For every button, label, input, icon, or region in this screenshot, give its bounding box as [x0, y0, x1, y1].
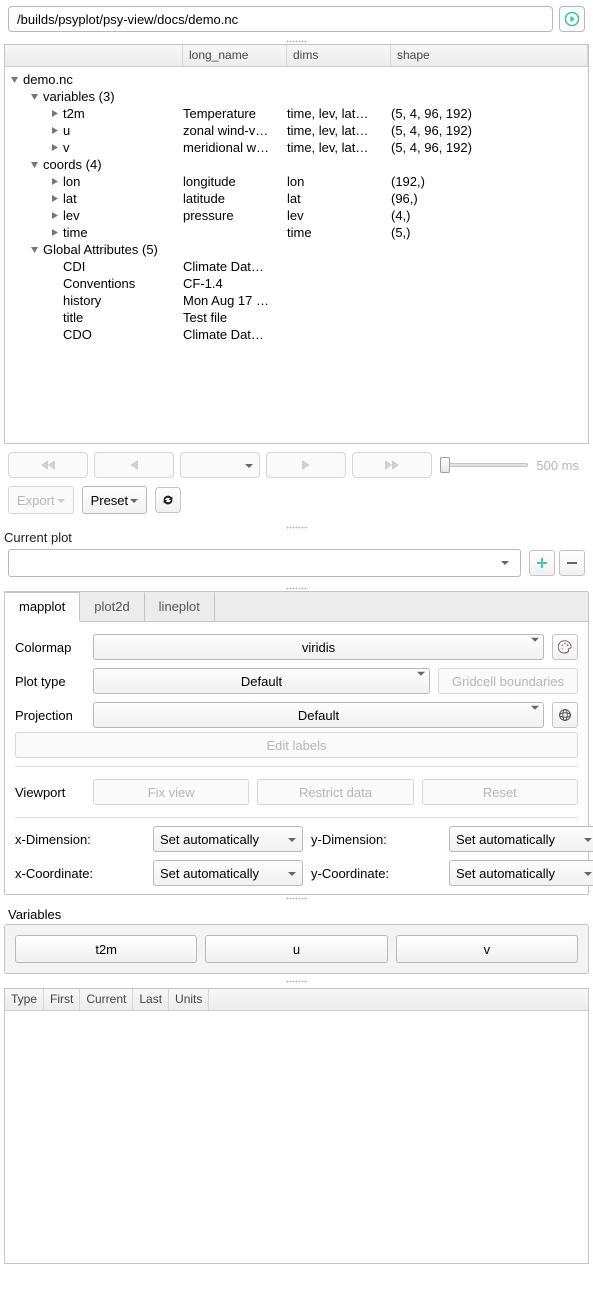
- tab-mapplot[interactable]: mapplot: [5, 592, 80, 622]
- tree-row[interactable]: demo.nc: [5, 71, 588, 88]
- fast-forward-icon: [383, 459, 401, 471]
- tree-header: long_name dims shape: [5, 45, 588, 67]
- reset-view-button[interactable]: Reset: [422, 779, 578, 805]
- resize-handle[interactable]: [0, 895, 593, 901]
- prev-icon: [128, 459, 140, 471]
- tree-row[interactable]: CDO Climate Dat…: [5, 326, 588, 343]
- preset-button[interactable]: Preset: [82, 486, 148, 514]
- colormap-label: Colormap: [15, 640, 85, 655]
- projection-value: Default: [298, 708, 339, 723]
- tree-row[interactable]: t2m Temperature time, lev, lat… (5, 4, 9…: [5, 105, 588, 122]
- fix-view-button[interactable]: Fix view: [93, 779, 249, 805]
- projection-select[interactable]: Default: [93, 702, 544, 728]
- projection-label: Projection: [15, 708, 85, 723]
- y-dimension-select[interactable]: Set automatically: [449, 826, 593, 852]
- minus-icon: [565, 556, 579, 570]
- tree-row[interactable]: coords (4): [5, 156, 588, 173]
- variable-button-v[interactable]: v: [396, 935, 578, 963]
- tree-row[interactable]: Global Attributes (5): [5, 241, 588, 258]
- animation-speed-slider[interactable]: [444, 463, 528, 467]
- colormap-editor-button[interactable]: [552, 634, 578, 660]
- viewport-label: Viewport: [15, 785, 85, 800]
- palette-icon: [558, 640, 572, 654]
- x-coordinate-label: x-Coordinate:: [15, 866, 145, 881]
- y-coordinate-label: y-Coordinate:: [311, 866, 441, 881]
- column-header[interactable]: Current: [80, 989, 133, 1010]
- y-dimension-label: y-Dimension:: [311, 832, 441, 847]
- tree-row[interactable]: title Test file: [5, 309, 588, 326]
- tree-row[interactable]: v meridional w… time, lev, lat… (5, 4, 9…: [5, 139, 588, 156]
- dataset-tree: long_name dims shape demo.nc variables (…: [4, 44, 589, 444]
- frame-select[interactable]: [180, 452, 260, 478]
- column-header-dims[interactable]: dims: [287, 45, 391, 66]
- colormap-select[interactable]: viridis: [93, 634, 544, 660]
- x-dimension-select[interactable]: Set automatically: [153, 826, 303, 852]
- projection-globe-button[interactable]: [552, 702, 578, 728]
- tree-row[interactable]: lat latitude lat (96,): [5, 190, 588, 207]
- variable-button-u[interactable]: u: [205, 935, 387, 963]
- next-icon: [300, 459, 312, 471]
- column-header[interactable]: First: [44, 989, 80, 1010]
- tree-row[interactable]: variables (3): [5, 88, 588, 105]
- tree-row[interactable]: CDI Climate Dat…: [5, 258, 588, 275]
- variable-button-t2m[interactable]: t2m: [15, 935, 197, 963]
- current-plot-label: Current plot: [0, 530, 593, 549]
- resize-handle[interactable]: [0, 978, 593, 984]
- dimension-info-table: TypeFirstCurrentLastUnits: [4, 988, 589, 1264]
- step-back-button[interactable]: [94, 452, 174, 478]
- tab-plot2d[interactable]: plot2d: [80, 592, 144, 621]
- tree-row[interactable]: u zonal wind-v… time, lev, lat… (5, 4, 9…: [5, 122, 588, 139]
- plot-type-label: Plot type: [15, 674, 85, 689]
- refresh-button[interactable]: [155, 487, 181, 513]
- column-header-name[interactable]: [5, 45, 183, 66]
- variables-box: t2m uv: [4, 924, 589, 974]
- step-forward-button[interactable]: [266, 452, 346, 478]
- tree-row[interactable]: history Mon Aug 17 …: [5, 292, 588, 309]
- column-header[interactable]: Type: [5, 989, 44, 1010]
- variables-label: Variables: [4, 905, 589, 924]
- gridcell-boundaries-button[interactable]: Gridcell boundaries: [438, 668, 578, 694]
- y-coordinate-select[interactable]: Set automatically: [449, 860, 593, 886]
- plus-icon: [535, 556, 549, 570]
- globe-icon: [558, 708, 572, 722]
- play-file-button[interactable]: [559, 6, 585, 32]
- plot-type-tabs: mapplot plot2d lineplot: [5, 592, 588, 622]
- tree-row[interactable]: Conventions CF-1.4: [5, 275, 588, 292]
- tree-row[interactable]: lon longitude lon (192,): [5, 173, 588, 190]
- play-circle-icon: [564, 11, 580, 27]
- tab-lineplot[interactable]: lineplot: [145, 592, 215, 621]
- remove-plot-button[interactable]: [559, 550, 585, 576]
- export-label: Export: [17, 493, 55, 508]
- column-header[interactable]: Units: [169, 989, 209, 1010]
- edit-labels-button[interactable]: Edit labels: [15, 732, 578, 758]
- column-header-shape[interactable]: shape: [391, 45, 588, 66]
- current-plot-select[interactable]: [8, 549, 521, 577]
- refresh-icon: [161, 493, 175, 507]
- x-coordinate-select[interactable]: Set automatically: [153, 860, 303, 886]
- plot-type-select[interactable]: Default: [93, 668, 430, 694]
- tree-row[interactable]: lev pressure lev (4,): [5, 207, 588, 224]
- rewind-icon: [39, 459, 57, 471]
- x-dimension-label: x-Dimension:: [15, 832, 145, 847]
- step-forward-fast-button[interactable]: [352, 452, 432, 478]
- file-path-input[interactable]: [8, 6, 553, 32]
- export-button[interactable]: Export: [8, 486, 74, 514]
- add-plot-button[interactable]: [529, 550, 555, 576]
- preset-label: Preset: [91, 493, 129, 508]
- column-header[interactable]: Last: [133, 989, 169, 1010]
- plot-type-value: Default: [241, 674, 282, 689]
- column-header-long-name[interactable]: long_name: [183, 45, 287, 66]
- step-back-fast-button[interactable]: [8, 452, 88, 478]
- colormap-value: viridis: [302, 640, 335, 655]
- interval-label: 500 ms: [528, 458, 579, 473]
- tree-row[interactable]: time time (5,): [5, 224, 588, 241]
- restrict-data-button[interactable]: Restrict data: [257, 779, 413, 805]
